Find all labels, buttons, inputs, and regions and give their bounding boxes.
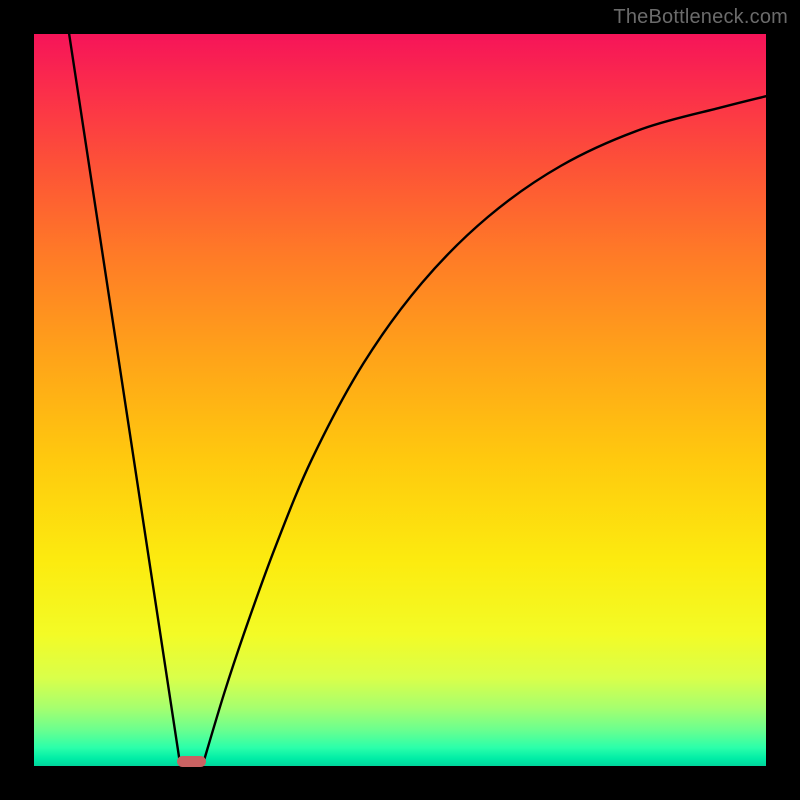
left-branch-line — [69, 34, 180, 766]
right-branch-line — [202, 96, 766, 766]
watermark-text: TheBottleneck.com — [613, 6, 788, 29]
chart-frame: TheBottleneck.com — [0, 0, 800, 800]
plot-area — [34, 34, 766, 766]
chart-svg — [34, 34, 766, 766]
bottleneck-marker — [177, 756, 206, 767]
